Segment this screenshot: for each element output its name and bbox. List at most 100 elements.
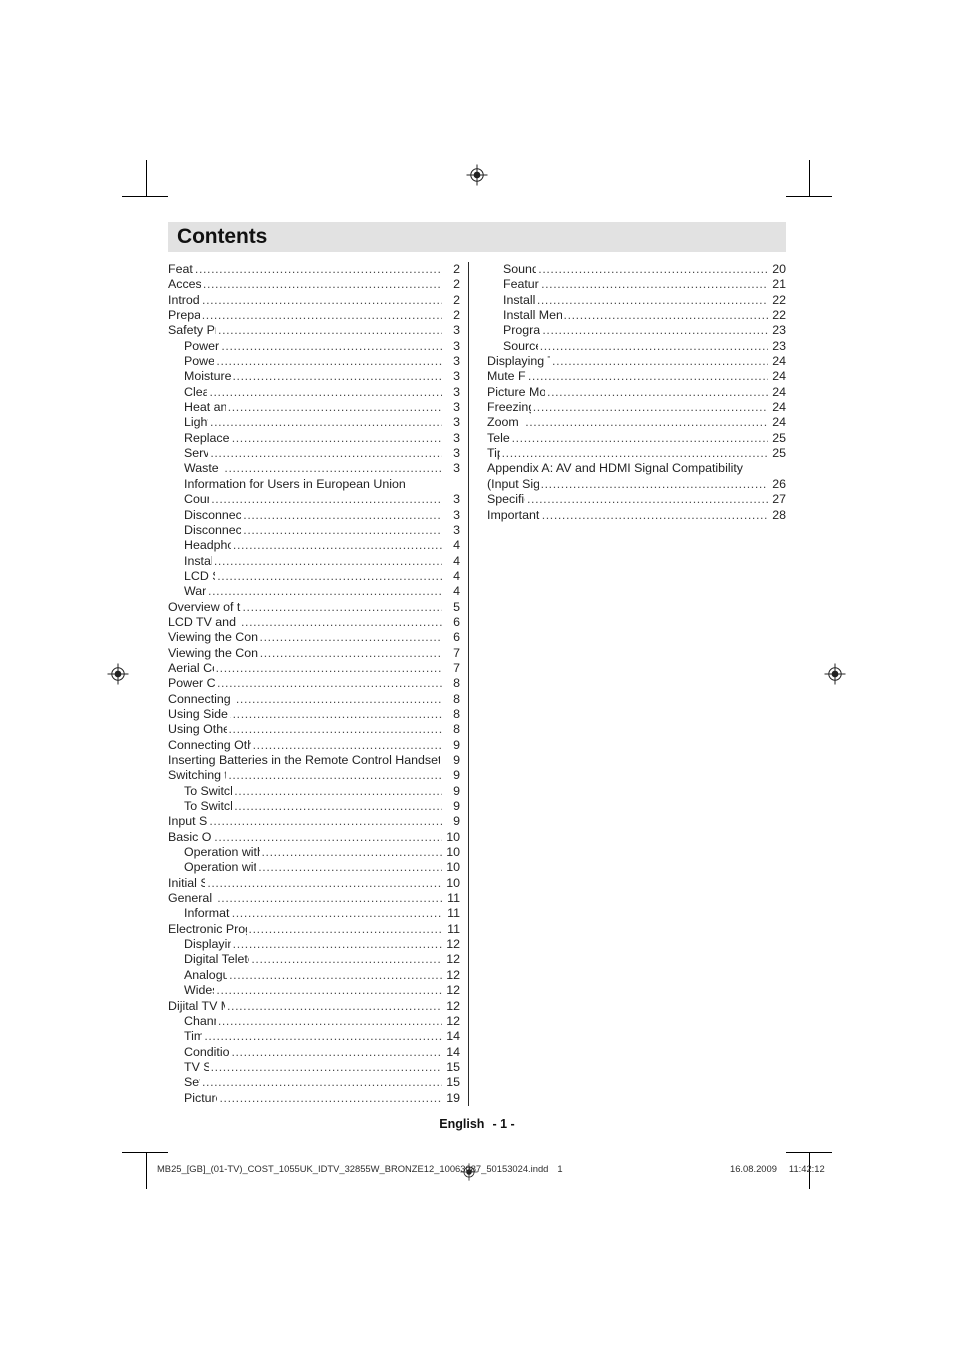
toc-leader-dots: ........................................… [202, 292, 442, 307]
toc-entry[interactable]: Connecting Other Equipment via Scart....… [168, 738, 460, 753]
toc-entry[interactable]: Timers..................................… [168, 1029, 460, 1044]
toc-entry[interactable]: Information for Users in European Union.… [168, 477, 460, 492]
toc-entry[interactable]: Analogue Teletext.......................… [168, 968, 460, 983]
toc-entry[interactable]: Countries...............................… [168, 492, 460, 507]
toc-entry[interactable]: Mute Function...........................… [487, 369, 786, 384]
crop-mark-bottom-left-horizontal [122, 1152, 168, 1153]
toc-entry[interactable]: To Switch the TV Off....................… [168, 799, 460, 814]
toc-entry[interactable]: Sound Menu..............................… [487, 262, 786, 277]
toc-entry[interactable]: Electronic Programme Guide (EPG)........… [168, 922, 460, 937]
toc-entry[interactable]: Source Menu.............................… [487, 339, 786, 354]
toc-entry[interactable]: Important Instruction...................… [487, 508, 786, 523]
registration-mark-left [107, 663, 129, 685]
toc-entry[interactable]: Power Connection........................… [168, 676, 460, 691]
toc-entry[interactable]: Dijital TV Menu System..................… [168, 999, 460, 1014]
toc-entry[interactable]: Disconnecting the Device................… [168, 523, 460, 538]
toc-entry[interactable]: Freezing Picture........................… [487, 400, 786, 415]
toc-entry[interactable]: Widescreen..............................… [168, 983, 460, 998]
toc-entry[interactable]: (Input Signal Types)....................… [487, 477, 786, 492]
toc-entry[interactable]: Connecting to a DVD Player..............… [168, 692, 460, 707]
toc-entry[interactable]: Program Table...........................… [487, 323, 786, 338]
toc-entry[interactable]: Displaying TV Information...............… [487, 354, 786, 369]
toc-entry[interactable]: General Operation.......................… [168, 891, 460, 906]
toc-entry[interactable]: Information Banner......................… [168, 906, 460, 921]
toc-entry-label: General Operation [168, 891, 215, 906]
toc-entry-page: 23 [772, 338, 786, 353]
toc-leader-dots: ........................................… [209, 814, 442, 829]
toc-entry[interactable]: Installation............................… [168, 554, 460, 569]
toc-entry[interactable]: Lightning...............................… [168, 415, 460, 430]
toc-entry[interactable]: Disconnecting the Device................… [168, 508, 460, 523]
toc-entry[interactable]: Appendix A: AV and HDMI Signal Compatibi… [487, 461, 786, 476]
toc-entry[interactable]: Aerial Connection.......................… [168, 661, 460, 676]
toc-entry[interactable]: Power Cord..............................… [168, 354, 460, 369]
toc-entry[interactable]: Picture Mode Selection..................… [487, 385, 786, 400]
toc-entry-page: 24 [772, 369, 786, 384]
toc-entry-page: 12 [446, 967, 460, 982]
toc-entry[interactable]: Safety Precautions......................… [168, 323, 460, 338]
toc-entry[interactable]: Inserting Batteries in the Remote Contro… [168, 753, 460, 768]
toc-leader-dots: ........................................… [234, 799, 442, 814]
toc-entry[interactable]: Basic Operations........................… [168, 830, 460, 845]
toc-entry[interactable]: Preparation.............................… [168, 308, 460, 323]
toc-leader-dots: ........................................… [214, 829, 442, 844]
registration-mark-top-center [466, 164, 488, 186]
toc-entry[interactable]: Heat and Flames.........................… [168, 400, 460, 415]
toc-entry[interactable]: Replacement Parts.......................… [168, 431, 460, 446]
toc-entry[interactable]: Accessories.............................… [168, 277, 460, 292]
toc-entry[interactable]: To Switch the TV On.....................… [168, 784, 460, 799]
toc-leader-dots: ........................................… [259, 630, 442, 645]
toc-entry[interactable]: Moisture and Water......................… [168, 369, 460, 384]
toc-entry[interactable]: Operation with the Buttons on the TV....… [168, 845, 460, 860]
toc-entry[interactable]: Digital Teletext (** for UK only).......… [168, 952, 460, 967]
toc-entry-page: 3 [453, 354, 460, 369]
imprint-date: 16.08.2009 [730, 1163, 777, 1174]
toc-entry[interactable]: Teletext................................… [487, 431, 786, 446]
toc-entry[interactable]: TV Setup................................… [168, 1060, 460, 1075]
toc-entry[interactable]: LCD TV and Operating Buttons............… [168, 615, 460, 630]
toc-leader-dots: ........................................… [261, 845, 442, 860]
toc-entry[interactable]: Tips....................................… [487, 446, 786, 461]
toc-leader-dots: ........................................… [501, 446, 768, 461]
toc-leader-dots: ........................................… [218, 323, 442, 338]
toc-entry-page: 4 [453, 553, 460, 568]
toc-entry[interactable]: Headphone Volume........................… [168, 538, 460, 553]
toc-entry[interactable]: Power Source............................… [168, 339, 460, 354]
toc-entry[interactable]: Warning.................................… [168, 584, 460, 599]
toc-entry-label: Connecting to a DVD Player [168, 691, 234, 706]
toc-entry[interactable]: Waste Disposal..........................… [168, 461, 460, 476]
toc-entry[interactable]: Displaying Subtitles....................… [168, 937, 460, 952]
toc-entry[interactable]: Using Side AV Connectors................… [168, 707, 460, 722]
toc-entry[interactable]: Features................................… [168, 262, 460, 277]
toc-entry[interactable]: Overview of the Remote Control..........… [168, 600, 460, 615]
toc-entry[interactable]: Operation with the Remote Control.......… [168, 860, 460, 875]
toc-entry[interactable]: Channel List............................… [168, 1014, 460, 1029]
toc-entry[interactable]: Picture Menu............................… [168, 1091, 460, 1106]
toc-entry-page: 2 [453, 308, 460, 323]
toc-entry[interactable]: Servicing...............................… [168, 446, 460, 461]
toc-entry[interactable]: Cleaning................................… [168, 385, 460, 400]
toc-entry-page: 12 [446, 983, 460, 998]
toc-entry[interactable]: Viewing the Connections - Side Connector… [168, 646, 460, 661]
toc-entry[interactable]: Introduction............................… [168, 293, 460, 308]
toc-entry[interactable]: Using Other Connectors..................… [168, 722, 460, 737]
toc-entry[interactable]: Initial Settings........................… [168, 876, 460, 891]
toc-entry[interactable]: Input Selection.........................… [168, 814, 460, 829]
toc-entry[interactable]: Specifications..........................… [487, 492, 786, 507]
toc-entry-label: Headphone Volume [184, 538, 231, 553]
toc-entry[interactable]: Zoom Modes..............................… [487, 415, 786, 430]
toc-entry-page: 4 [453, 568, 460, 583]
toc-entry[interactable]: Switching the TV On/Off.................… [168, 768, 460, 783]
toc-entry[interactable]: Setup...................................… [168, 1075, 460, 1090]
toc-entry[interactable]: Feature Menu............................… [487, 277, 786, 292]
toc-entry[interactable]: Conditional Access......................… [168, 1045, 460, 1060]
toc-entry[interactable]: Install Menu............................… [487, 293, 786, 308]
toc-entry[interactable]: Viewing the Connections- Back Connectors… [168, 630, 460, 645]
toc-leader-dots: ........................................… [232, 937, 442, 952]
toc-entry-label: TV Setup [184, 1059, 209, 1074]
toc-entry[interactable]: LCD Screen..............................… [168, 569, 460, 584]
toc-leader-dots: ........................................… [219, 1090, 442, 1105]
toc-column-left: Features................................… [168, 262, 468, 1106]
toc-entry-label: Power Connection [168, 676, 215, 691]
toc-entry[interactable]: Install Menu in AV Modes................… [487, 308, 786, 323]
